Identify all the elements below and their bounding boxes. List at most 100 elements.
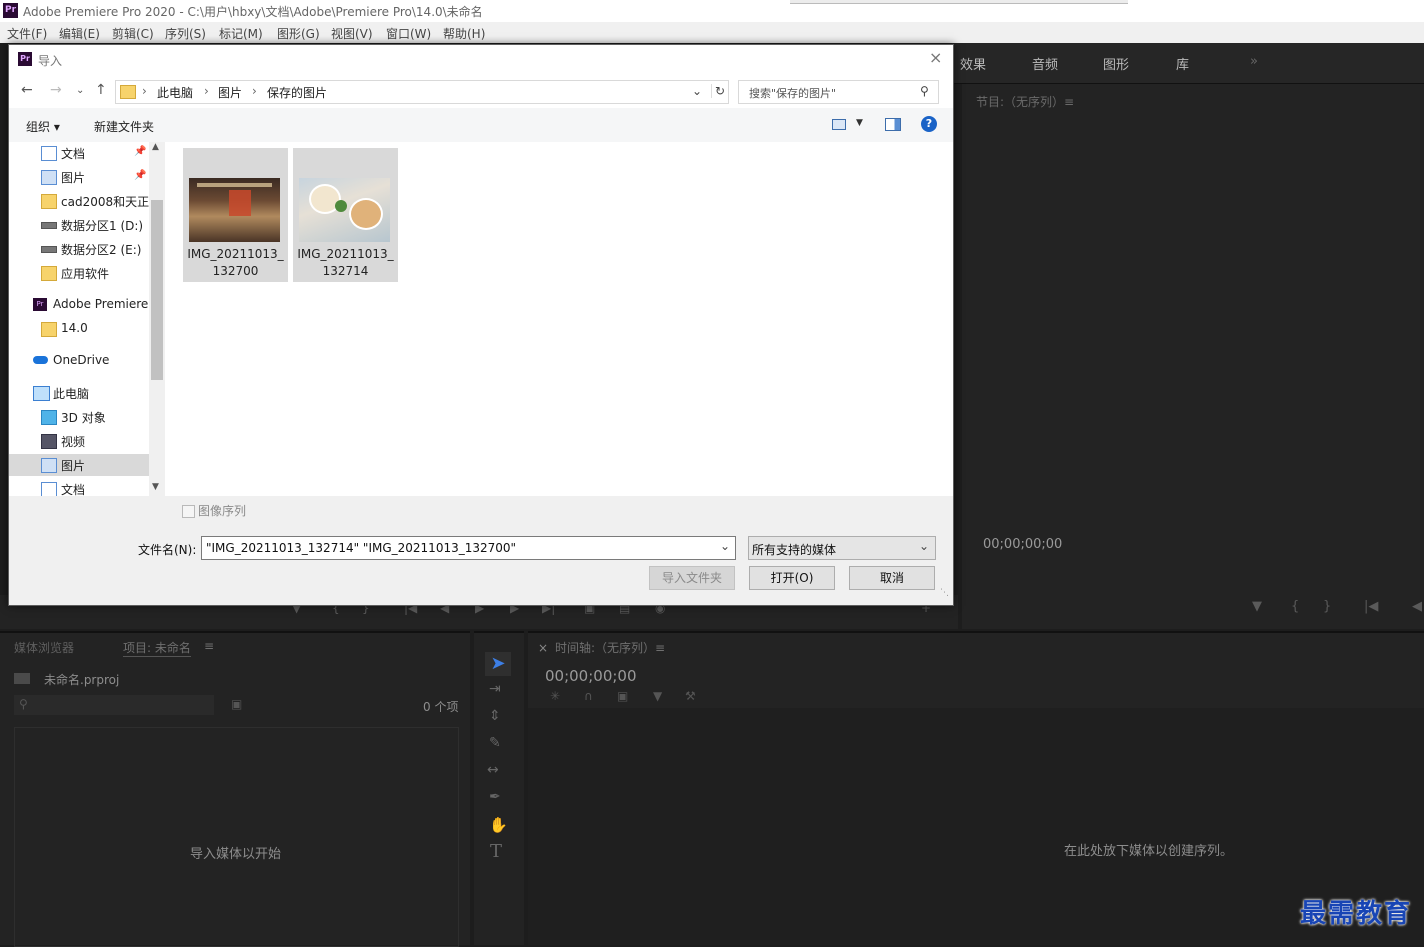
close-icon[interactable]: ×	[929, 48, 942, 67]
program-timecode[interactable]: 00;00;00;00	[983, 537, 1062, 552]
cancel-button[interactable]: 取消	[849, 566, 935, 590]
menu-window[interactable]: 窗口(W)	[386, 25, 431, 42]
up-arrow-icon[interactable]: ↑	[95, 82, 107, 98]
nav-item-this-pc[interactable]: 此电脑	[9, 382, 149, 404]
menu-help[interactable]: 帮助(H)	[443, 25, 485, 42]
menu-sequence[interactable]: 序列(S)	[165, 25, 206, 42]
view-dropdown-chevron-icon[interactable]: ▼	[856, 118, 863, 128]
drive-icon	[41, 222, 57, 229]
menu-edit[interactable]: 编辑(E)	[59, 25, 100, 42]
project-panel-menu-icon[interactable]: ≡	[204, 639, 214, 653]
nav-item-3d-objects[interactable]: 3D 对象	[9, 406, 149, 428]
project-search-field[interactable]: ⚲	[14, 695, 214, 715]
nav-item-14-0[interactable]: 14.0	[9, 318, 149, 340]
add-marker-icon[interactable]: ▼	[1252, 599, 1262, 614]
view-options-icon[interactable]	[832, 119, 846, 130]
mark-out-icon[interactable]: }	[1323, 599, 1331, 614]
breadcrumb-saved-pictures[interactable]: 保存的图片	[267, 84, 327, 101]
pin-icon[interactable]: 📌	[134, 170, 146, 181]
tab-graphics[interactable]: 图形	[1103, 54, 1129, 73]
nav-item-pictures-selected[interactable]: 图片	[9, 454, 149, 476]
pin-icon[interactable]: 📌	[134, 146, 146, 157]
scroll-up-icon[interactable]: ▲	[152, 142, 159, 152]
filename-input[interactable]: "IMG_20211013_132714" "IMG_20211013_1327…	[201, 536, 736, 560]
nav-item-drive-e[interactable]: 数据分区2 (E:)	[9, 238, 149, 260]
open-button[interactable]: 打开(O)	[749, 566, 835, 590]
address-bar[interactable]: › 此电脑 › 图片 › 保存的图片 ⌄ ↻	[115, 80, 729, 104]
file-item[interactable]: IMG_20211013_ 132700	[183, 148, 288, 282]
nav-item-pictures[interactable]: 图片 📌	[9, 166, 149, 188]
file-type-select[interactable]: 所有支持的媒体 ⌄	[748, 536, 936, 560]
linked-selection-icon[interactable]: ▣	[617, 689, 628, 703]
recent-locations-chevron-icon[interactable]: ⌄	[76, 85, 84, 96]
tab-media-browser[interactable]: 媒体浏览器	[14, 639, 74, 656]
breadcrumb-pictures[interactable]: 图片	[218, 84, 242, 101]
razor-tool-icon[interactable]: ✎	[489, 735, 501, 751]
timeline-title[interactable]: 时间轴:（无序列）≡	[555, 639, 665, 656]
breadcrumb-this-pc[interactable]: 此电脑	[157, 84, 193, 101]
refresh-icon[interactable]: ↻	[711, 84, 725, 98]
scrollbar-thumb[interactable]	[151, 200, 163, 380]
menu-clip[interactable]: 剪辑(C)	[112, 25, 154, 42]
tab-project[interactable]: 项目: 未命名	[123, 639, 191, 657]
menu-graphics[interactable]: 图形(G)	[277, 25, 320, 42]
nav-item-apps[interactable]: 应用软件	[9, 262, 149, 284]
step-back-icon[interactable]: ◀	[1412, 599, 1422, 614]
nav-item-onedrive[interactable]: OneDrive	[9, 350, 149, 372]
track-select-tool-icon[interactable]: ⇥	[489, 681, 501, 697]
type-tool-icon[interactable]: T	[490, 841, 502, 862]
preview-pane-icon[interactable]	[885, 118, 901, 131]
nav-item-adobe-premiere[interactable]: Pr Adobe Premiere	[9, 294, 149, 316]
go-to-in-icon[interactable]: |◀	[1364, 599, 1378, 614]
mark-in-icon[interactable]: {	[1291, 599, 1299, 614]
tab-libraries[interactable]: 库	[1176, 54, 1189, 73]
project-drop-area[interactable]: 导入媒体以开始	[14, 727, 459, 947]
timeline-marker-icon[interactable]: ▼	[653, 689, 662, 703]
more-workspaces-icon[interactable]: »	[1250, 54, 1258, 69]
nav-item-videos[interactable]: 视频	[9, 430, 149, 452]
navigation-scrollbar[interactable]: ▲ ▼	[149, 142, 165, 496]
timeline-drop-area[interactable]: 在此处放下媒体以创建序列。	[528, 708, 1424, 945]
snap-icon[interactable]: ∩	[584, 689, 593, 703]
program-monitor-title[interactable]: 节目:（无序列）≡	[976, 93, 1074, 110]
tab-audio[interactable]: 音频	[1032, 54, 1058, 73]
file-item[interactable]: IMG_20211013_ 132714	[293, 148, 398, 282]
breadcrumb-chevron-icon[interactable]: ›	[252, 84, 257, 98]
timeline-timecode[interactable]: 00;00;00;00	[545, 667, 637, 685]
nav-item-cad2008[interactable]: cad2008和天正	[9, 190, 149, 212]
slip-tool-icon[interactable]: ↔	[487, 762, 499, 778]
nav-item-documents-2[interactable]: 文档	[9, 478, 149, 496]
breadcrumb-chevron-icon[interactable]: ›	[142, 84, 147, 98]
wrench-icon[interactable]: ⚒	[685, 689, 696, 703]
menu-file[interactable]: 文件(F)	[7, 25, 47, 42]
nav-item-label: 视频	[61, 435, 86, 449]
new-folder-button[interactable]: 新建文件夹	[94, 118, 154, 135]
forward-arrow-icon[interactable]: →	[50, 82, 62, 98]
address-dropdown-chevron-icon[interactable]: ⌄	[692, 84, 702, 98]
selection-tool-icon[interactable]: ➤	[485, 652, 511, 676]
nav-item-drive-d[interactable]: 数据分区1 (D:)	[9, 214, 149, 236]
pen-tool-icon[interactable]: ✒	[489, 789, 501, 805]
organize-button[interactable]: 组织 ▾	[26, 118, 60, 135]
timeline-close-icon[interactable]: ×	[538, 641, 548, 655]
breadcrumb-chevron-icon[interactable]: ›	[204, 84, 209, 98]
search-box[interactable]: 搜索"保存的图片" ⚲	[738, 80, 939, 104]
file-type-dropdown-chevron-icon[interactable]: ⌄	[919, 539, 929, 553]
image-sequence-checkbox[interactable]	[182, 505, 195, 518]
menu-view[interactable]: 视图(V)	[331, 25, 373, 42]
nest-icon[interactable]: ✳	[550, 689, 560, 703]
tab-effects[interactable]: 效果	[960, 54, 986, 73]
import-folder-button[interactable]: 导入文件夹	[649, 566, 735, 590]
search-icon[interactable]: ⚲	[920, 84, 929, 98]
nav-item-documents[interactable]: 文档 📌	[9, 142, 149, 164]
help-icon[interactable]: ?	[921, 116, 937, 132]
find-icon[interactable]: ▣	[231, 697, 242, 711]
filename-label: 文件名(N):	[138, 543, 197, 557]
back-arrow-icon[interactable]: ←	[21, 82, 33, 98]
resize-grip-icon[interactable]: ⋱	[940, 588, 949, 598]
filename-dropdown-chevron-icon[interactable]: ⌄	[720, 539, 730, 553]
ripple-edit-tool-icon[interactable]: ⇕	[489, 708, 501, 724]
menu-markers[interactable]: 标记(M)	[219, 25, 263, 42]
scroll-down-icon[interactable]: ▼	[152, 482, 159, 492]
hand-tool-icon[interactable]: ✋	[489, 816, 508, 834]
